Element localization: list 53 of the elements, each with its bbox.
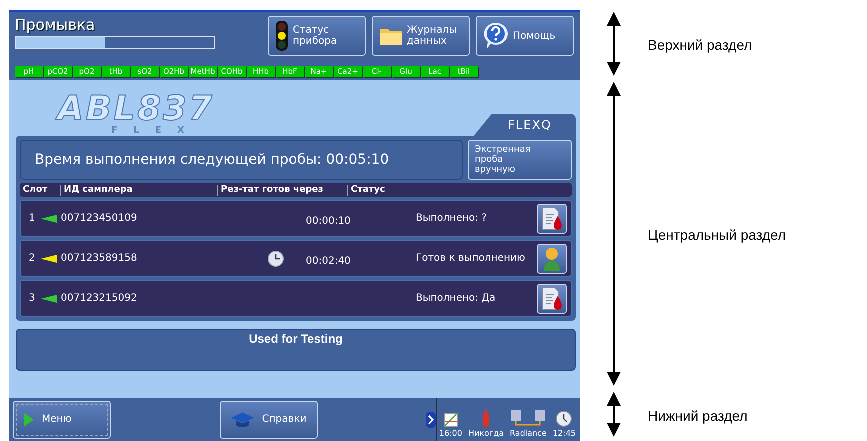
folder-icon xyxy=(379,26,403,46)
report-button[interactable] xyxy=(537,204,567,234)
double-arrow xyxy=(607,10,621,78)
section-label: Верхний раздел xyxy=(648,37,752,53)
status-label: Radiance xyxy=(510,429,547,438)
network-icon xyxy=(510,409,546,427)
help-icon xyxy=(483,22,509,50)
report-button[interactable] xyxy=(537,284,567,314)
column-header: Статус xyxy=(351,184,386,194)
column-header: Рез-тат готов через xyxy=(221,184,324,194)
report-drop-icon xyxy=(541,286,563,310)
column-header: ИД самплера xyxy=(64,184,133,194)
sample-status: Выполнено: Да xyxy=(416,293,497,304)
clock-icon xyxy=(556,411,572,427)
sampler-id: 007123450109 xyxy=(61,213,138,224)
sample-row[interactable]: 3 007123215092 Выполнено: Да xyxy=(20,280,572,317)
logo: ABL837 FLEX xyxy=(56,92,216,136)
status-label: 16:00 xyxy=(439,429,462,438)
chart-icon xyxy=(444,413,458,427)
sample-row[interactable]: 2 007123589158 00:02:40 Готов к выполнению xyxy=(20,240,572,277)
stat-sample-button[interactable]: Экстренная проба вручную xyxy=(468,140,572,180)
slot-number: 1 xyxy=(29,213,36,224)
menu-button[interactable]: Меню xyxy=(13,400,111,438)
section-label: Нижний раздел xyxy=(648,408,748,424)
instrument-status-button[interactable]: Статус прибора xyxy=(268,16,366,56)
result-time: 00:02:40 xyxy=(306,256,351,267)
data-logs-button[interactable]: Журналы данных xyxy=(372,16,470,56)
column-header: Слот xyxy=(23,184,48,194)
next-sample-time: Время выполнения следующей пробы: 00:05:10 xyxy=(20,140,463,180)
traffic-light-icon xyxy=(275,21,289,51)
double-arrow xyxy=(607,390,621,439)
message-text: Used for Testing xyxy=(249,332,343,348)
play-icon xyxy=(24,412,34,426)
section-label: Центральный раздел xyxy=(648,227,786,243)
expand-chevron-icon[interactable] xyxy=(426,412,436,428)
sample-row[interactable]: 1 007123450109 00:00:10 Выполнено: ? xyxy=(20,200,572,237)
sampler-id: 007123589158 xyxy=(61,253,138,264)
bottle-icon xyxy=(483,409,490,427)
status-label: 12:45 xyxy=(552,429,576,438)
sampler-id: 007123215092 xyxy=(61,293,138,304)
reports-button[interactable]: Справки xyxy=(220,400,318,438)
status-label: Никогда xyxy=(468,429,504,438)
person-icon xyxy=(543,246,561,270)
screen-title: Промывка xyxy=(15,16,96,34)
result-time: 00:00:10 xyxy=(306,216,351,227)
report-drop-icon xyxy=(541,206,563,230)
sample-status: Готов к выполнению xyxy=(416,253,526,264)
sample-status: Выполнено: ? xyxy=(416,213,488,224)
help-button[interactable]: Помощь xyxy=(476,16,574,56)
graduation-cap-icon xyxy=(230,410,254,428)
patient-button[interactable] xyxy=(537,244,567,274)
slot-number: 2 xyxy=(29,253,36,264)
slot-number: 3 xyxy=(29,293,36,304)
